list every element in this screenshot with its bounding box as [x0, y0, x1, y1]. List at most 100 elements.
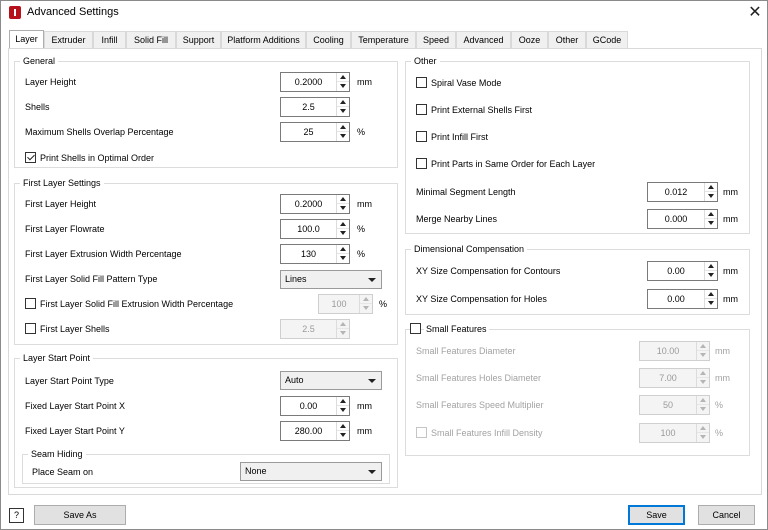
help-button[interactable]: ? — [9, 508, 24, 523]
decrement-icon[interactable] — [337, 329, 349, 338]
first-layer-flowrate-value: 100.0 — [297, 224, 320, 234]
tab-platform-additions[interactable]: Platform Additions — [221, 31, 306, 49]
infill-first-checkbox[interactable] — [416, 131, 427, 142]
window-title: Advanced Settings — [27, 6, 119, 18]
shells-field[interactable]: 2.5 — [280, 97, 350, 117]
increment-icon[interactable] — [697, 396, 709, 405]
increment-icon[interactable] — [337, 245, 349, 254]
same-order-checkbox[interactable] — [416, 158, 427, 169]
layer-height-field[interactable]: 0.2000 — [280, 72, 350, 92]
save-as-button[interactable]: Save As — [34, 505, 126, 525]
decrement-icon[interactable] — [705, 219, 717, 228]
decrement-icon[interactable] — [337, 204, 349, 213]
increment-icon[interactable] — [337, 73, 349, 82]
increment-icon[interactable] — [337, 397, 349, 406]
xy-holes-field[interactable]: 0.00 — [647, 289, 718, 309]
xy-contours-field[interactable]: 0.00 — [647, 261, 718, 281]
other-group-title: Other — [411, 56, 440, 67]
increment-icon[interactable] — [337, 422, 349, 431]
increment-icon[interactable] — [705, 183, 717, 192]
external-shells-first-checkbox[interactable] — [416, 104, 427, 115]
spiral-vase-checkbox[interactable] — [416, 77, 427, 88]
decrement-icon[interactable] — [705, 192, 717, 201]
decrement-icon[interactable] — [697, 378, 709, 387]
decrement-icon[interactable] — [337, 132, 349, 141]
increment-icon[interactable] — [697, 424, 709, 433]
increment-icon[interactable] — [360, 295, 372, 304]
sf-infill-density-field[interactable]: 100 — [639, 423, 710, 443]
merge-lines-field[interactable]: 0.000 — [647, 209, 718, 229]
tab-speed[interactable]: Speed — [416, 31, 456, 49]
xy-contours-unit: mm — [723, 266, 738, 276]
tab-infill[interactable]: Infill — [93, 31, 126, 49]
first-layer-width-field[interactable]: 130 — [280, 244, 350, 264]
min-segment-unit: mm — [723, 187, 738, 197]
sf-infill-density-value: 100 — [660, 428, 676, 438]
seam-place-label: Place Seam on — [32, 467, 94, 477]
first-layer-shells-checkbox[interactable] — [25, 323, 36, 334]
decrement-icon[interactable] — [705, 271, 717, 280]
title-bar: Advanced Settings ✕ — [1, 1, 767, 25]
spiral-vase-label: Spiral Vase Mode — [431, 78, 502, 88]
sf-diameter-field[interactable]: 10.00 — [639, 341, 710, 361]
sf-speed-field[interactable]: 50 — [639, 395, 710, 415]
max-overlap-value: 25 — [303, 127, 314, 137]
increment-icon[interactable] — [705, 262, 717, 271]
increment-icon[interactable] — [697, 369, 709, 378]
decrement-icon[interactable] — [337, 107, 349, 116]
max-overlap-field[interactable]: 25 — [280, 122, 350, 142]
solid-fill-width-field[interactable]: 100 — [318, 294, 373, 314]
solid-fill-width-label: First Layer Solid Fill Extrusion Width P… — [40, 299, 234, 309]
tab-gcode[interactable]: GCode — [586, 31, 628, 49]
general-group-title: General — [20, 56, 59, 67]
optimal-order-checkbox[interactable] — [25, 152, 36, 163]
increment-icon[interactable] — [337, 320, 349, 329]
start-point-type-select[interactable]: Auto — [280, 371, 382, 390]
increment-icon[interactable] — [697, 342, 709, 351]
start-point-type-label: Layer Start Point Type — [25, 376, 114, 386]
decrement-icon[interactable] — [337, 431, 349, 440]
tab-extruder[interactable]: Extruder — [44, 31, 93, 49]
solid-fill-width-checkbox[interactable] — [25, 298, 36, 309]
first-layer-flowrate-field[interactable]: 100.0 — [280, 219, 350, 239]
sf-diameter-value: 10.00 — [656, 346, 680, 356]
increment-icon[interactable] — [705, 210, 717, 219]
increment-icon[interactable] — [337, 195, 349, 204]
decrement-icon[interactable] — [697, 405, 709, 414]
cancel-button[interactable]: Cancel — [698, 505, 755, 525]
min-segment-field[interactable]: 0.012 — [647, 182, 718, 202]
increment-icon[interactable] — [337, 123, 349, 132]
start-point-x-field[interactable]: 0.00 — [280, 396, 350, 416]
increment-icon[interactable] — [337, 98, 349, 107]
sf-infill-density-checkbox[interactable] — [416, 427, 427, 438]
close-icon[interactable]: ✕ — [745, 3, 765, 23]
save-button[interactable]: Save — [628, 505, 685, 525]
decrement-icon[interactable] — [705, 299, 717, 308]
tab-advanced[interactable]: Advanced — [456, 31, 511, 49]
chevron-down-icon — [368, 379, 376, 383]
tab-support[interactable]: Support — [176, 31, 221, 49]
first-layer-shells-field[interactable]: 2.5 — [280, 319, 350, 339]
solid-fill-pattern-select[interactable]: Lines — [280, 270, 382, 289]
increment-icon[interactable] — [705, 290, 717, 299]
seam-hiding-title: Seam Hiding — [28, 449, 86, 460]
tab-cooling[interactable]: Cooling — [306, 31, 351, 49]
tab-layer[interactable]: Layer — [9, 30, 44, 50]
decrement-icon[interactable] — [697, 351, 709, 360]
tab-other[interactable]: Other — [548, 31, 586, 49]
decrement-icon[interactable] — [337, 229, 349, 238]
seam-place-select[interactable]: None — [240, 462, 382, 481]
decrement-icon[interactable] — [337, 406, 349, 415]
sf-holes-diameter-field[interactable]: 7.00 — [639, 368, 710, 388]
tab-ooze[interactable]: Ooze — [511, 31, 548, 49]
decrement-icon[interactable] — [337, 82, 349, 91]
decrement-icon[interactable] — [697, 433, 709, 442]
increment-icon[interactable] — [337, 220, 349, 229]
small-features-checkbox[interactable] — [410, 323, 421, 334]
tab-temperature[interactable]: Temperature — [351, 31, 416, 49]
decrement-icon[interactable] — [337, 254, 349, 263]
first-layer-height-field[interactable]: 0.2000 — [280, 194, 350, 214]
tab-solid-fill[interactable]: Solid Fill — [126, 31, 176, 49]
start-point-y-field[interactable]: 280.00 — [280, 421, 350, 441]
decrement-icon[interactable] — [360, 304, 372, 313]
